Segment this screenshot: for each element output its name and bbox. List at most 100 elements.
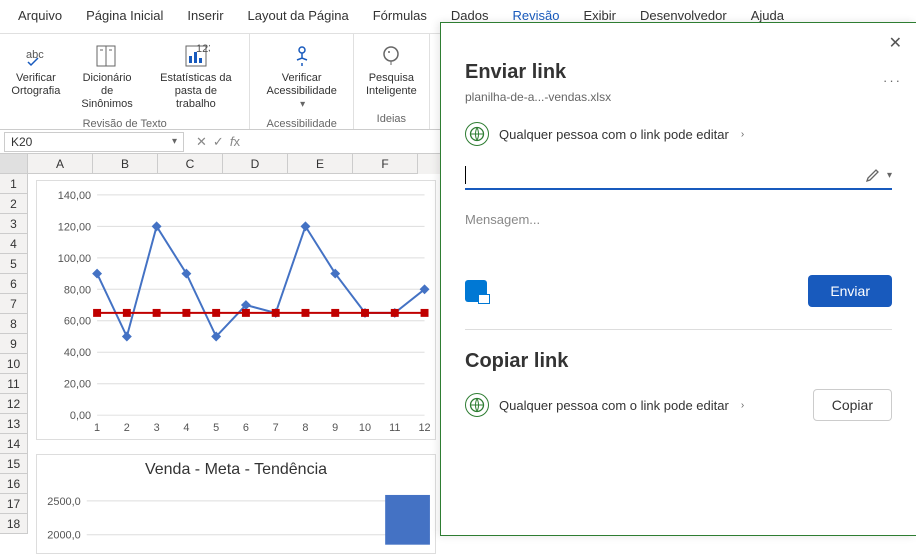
chart-bar[interactable]: Venda - Meta - Tendência 2000,02500,0 [36,454,436,554]
bulb-icon [377,42,405,70]
verificar-ortografia-button[interactable]: abc VerificarOrtografia [6,38,66,116]
row-header-4[interactable]: 4 [0,234,28,254]
globe-icon [465,393,489,417]
book-icon [93,42,121,70]
access-icon [288,42,316,70]
svg-text:60,00: 60,00 [64,316,91,328]
row-header-8[interactable]: 8 [0,314,28,334]
svg-text:40,00: 40,00 [64,347,91,359]
svg-text:2500,0: 2500,0 [47,496,80,508]
verificar-ortografia-label: VerificarOrtografia [11,72,60,98]
fx-icon[interactable]: fx [230,134,240,149]
col-header-B[interactable]: B [93,154,158,174]
share-filename: planilha-de-a...-vendas.xlsx [465,90,892,104]
svg-text:7: 7 [273,422,279,434]
abc-icon: abc [22,42,50,70]
row-header-15[interactable]: 15 [0,454,28,474]
col-header-A[interactable]: A [28,154,93,174]
verificar-acessibilidade-button[interactable]: VerificarAcessibilidade ▾ [256,38,347,116]
globe-icon [465,122,489,146]
row-header-10[interactable]: 10 [0,354,28,374]
row-header-17[interactable]: 17 [0,494,28,514]
row-header-12[interactable]: 12 [0,394,28,414]
svg-text:abc: abc [26,49,44,61]
copy-button[interactable]: Copiar [813,389,892,421]
pesquisa-inteligente-label: PesquisaInteligente [366,72,417,98]
svg-text:5: 5 [213,422,219,434]
name-box[interactable]: K20 ▾ [4,132,184,152]
svg-text:120,00: 120,00 [58,221,91,233]
estatisticas-pasta-label: Estatísticas dapasta de trabalho [154,72,237,112]
share-title: Enviar link [465,61,892,84]
chart-title: Venda - Meta - Tendência [37,455,435,485]
row-header-2[interactable]: 2 [0,194,28,214]
col-header-C[interactable]: C [158,154,223,174]
svg-text:0,00: 0,00 [70,410,91,422]
svg-text:20,00: 20,00 [64,379,91,391]
stats-icon: 123 [182,42,210,70]
svg-text:3: 3 [154,422,160,434]
row-header-5[interactable]: 5 [0,254,28,274]
verificar-acessibilidade-label: VerificarAcessibilidade ▾ [262,72,341,112]
estatisticas-pasta-button[interactable]: 123 Estatísticas dapasta de trabalho [148,38,243,116]
copy-permission-button[interactable]: Qualquer pessoa com o link pode editar › [465,393,744,417]
svg-text:9: 9 [332,422,338,434]
row-header-9[interactable]: 9 [0,334,28,354]
svg-text:6: 6 [243,422,249,434]
svg-text:2: 2 [124,422,130,434]
chevron-down-icon[interactable]: ▾ [172,136,177,147]
name-box-value: K20 [11,135,32,149]
svg-text:12: 12 [418,422,430,434]
row-header-3[interactable]: 3 [0,214,28,234]
close-icon[interactable]: ✕ [889,33,902,53]
row-header-18[interactable]: 18 [0,514,28,534]
svg-text:123: 123 [196,43,210,55]
menu-layout-da-página[interactable]: Layout da Página [238,4,359,29]
edit-permission-icon[interactable]: ▾ [865,167,892,183]
svg-text:80,00: 80,00 [64,284,91,296]
svg-text:100,00: 100,00 [58,253,91,265]
svg-text:11: 11 [389,422,400,434]
col-header-F[interactable]: F [353,154,418,174]
dicionario-sinonimos-label: Dicionário deSinônimos [76,72,139,112]
chevron-right-icon: › [741,400,744,411]
share-permission-button[interactable]: Qualquer pessoa com o link pode editar › [465,122,892,146]
row-header-13[interactable]: 13 [0,414,28,434]
group-label: Ideias [377,111,406,125]
row-header-16[interactable]: 16 [0,474,28,494]
menu-fórmulas[interactable]: Fórmulas [363,4,437,29]
row-header-6[interactable]: 6 [0,274,28,294]
svg-text:140,00: 140,00 [58,190,91,202]
menu-arquivo[interactable]: Arquivo [8,4,72,29]
menu-inserir[interactable]: Inserir [177,4,233,29]
message-input[interactable]: Mensagem... [465,212,892,227]
send-button[interactable]: Enviar [808,275,892,307]
row-header-7[interactable]: 7 [0,294,28,314]
menu-página-inicial[interactable]: Página Inicial [76,4,173,29]
permission-text: Qualquer pessoa com o link pode editar [499,127,729,142]
svg-text:8: 8 [302,422,308,434]
svg-text:4: 4 [183,422,189,434]
copy-permission-text: Qualquer pessoa com o link pode editar [499,398,729,413]
row-header-11[interactable]: 11 [0,374,28,394]
select-all-corner[interactable] [0,154,28,174]
more-icon[interactable]: ··· [883,73,902,88]
share-panel: ✕ ··· Enviar link planilha-de-a...-venda… [440,22,916,536]
group-label: Acessibilidade [267,116,337,130]
chart-line[interactable]: 0,00 20,00 40,00 60,00 80,00 100,00 120,00 140,… [36,180,436,440]
recipient-input-row: ▾ [465,166,892,190]
col-header-D[interactable]: D [223,154,288,174]
dicionario-sinonimos-button[interactable]: Dicionário deSinônimos [70,38,145,116]
chevron-right-icon: › [741,129,744,140]
recipient-input[interactable] [466,167,857,183]
row-header-14[interactable]: 14 [0,434,28,454]
copy-link-title: Copiar link [465,350,892,373]
row-header-1[interactable]: 1 [0,174,28,194]
pesquisa-inteligente-button[interactable]: PesquisaInteligente [360,38,423,111]
outlook-icon[interactable] [465,280,487,302]
col-header-E[interactable]: E [288,154,353,174]
group-label: Revisão de Texto [83,116,167,130]
accept-formula-icon[interactable]: ✓ [213,134,224,150]
cancel-formula-icon[interactable]: ✕ [196,134,207,150]
svg-text:10: 10 [359,422,371,434]
